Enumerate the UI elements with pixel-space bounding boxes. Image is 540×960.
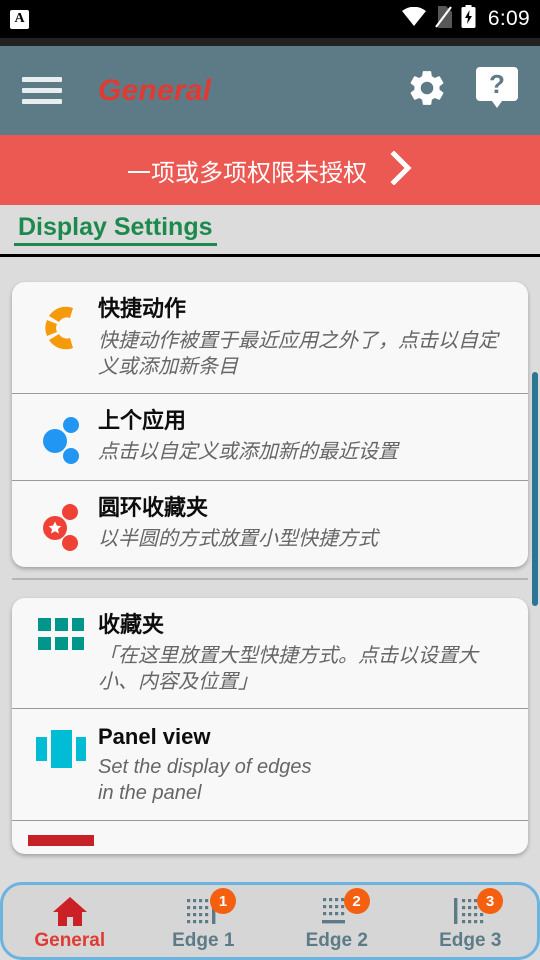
list-item[interactable]: Panel view Set the display of edges in t… xyxy=(12,708,528,820)
settings-card: 收藏夹 「在这里放置大型快捷方式。点击以设置大小、内容及位置」 Panel vi… xyxy=(12,597,528,854)
last-app-dots-icon xyxy=(24,408,98,466)
nav-label: Edge 3 xyxy=(439,930,502,951)
permission-warning-banner[interactable]: 一项或多项权限未授权 xyxy=(0,135,540,205)
help-question-icon[interactable]: ? xyxy=(476,65,518,116)
section-title[interactable]: Display Settings xyxy=(14,213,217,246)
nav-badge: 3 xyxy=(477,888,503,914)
nav-label: General xyxy=(34,930,106,951)
list-item-body: Panel view Set the display of edges in t… xyxy=(98,723,514,806)
nav-item-edge-1[interactable]: 1 Edge 1 xyxy=(137,888,271,952)
hamburger-bar xyxy=(22,88,62,93)
list-item-body: 收藏夹 「在这里放置大型快捷方式。点击以设置大小、内容及位置」 xyxy=(98,612,514,695)
status-bar: A 6:09 xyxy=(0,0,540,38)
settings-scroll-area[interactable]: 快捷动作 快捷动作被置于最近应用之外了，点击以自定义或添加新条目 上个应用 点击… xyxy=(0,271,540,884)
settings-card: 快捷动作 快捷动作被置于最近应用之外了，点击以自定义或添加新条目 上个应用 点击… xyxy=(12,282,528,567)
panel-view-icon xyxy=(24,723,98,771)
gear-icon[interactable] xyxy=(406,67,448,114)
chevron-right-icon xyxy=(389,149,413,190)
bottom-navigation-bar: General 1 Edge 1 2 Edge 2 3 Edge 3 xyxy=(0,882,540,960)
permission-warning-text: 一项或多项权限未授权 xyxy=(127,158,367,187)
nav-item-edge-2[interactable]: 2 Edge 2 xyxy=(270,888,404,952)
list-item-title: Panel view xyxy=(98,724,211,749)
wifi-icon xyxy=(401,6,426,31)
status-bar-clock: 6:09 xyxy=(487,7,530,30)
list-item[interactable]: 圆环收藏夹 以半圆的方式放置小型快捷方式 xyxy=(12,479,528,567)
list-item-body: 快捷动作 快捷动作被置于最近应用之外了，点击以自定义或添加新条目 xyxy=(98,296,514,379)
bar-red-icon xyxy=(24,834,98,849)
ring-favorites-star-icon xyxy=(24,495,98,553)
list-item-subtitle: Set the display of edges in the panel xyxy=(98,755,312,804)
list-item-subtitle: 以半圆的方式放置小型快捷方式 xyxy=(98,526,378,550)
status-bar-right: 6:09 xyxy=(401,5,530,33)
list-item-subtitle: 「在这里放置大型快捷方式。点击以设置大小、内容及位置」 xyxy=(98,643,478,693)
nav-item-edge-3[interactable]: 3 Edge 3 xyxy=(404,888,538,952)
nav-badge: 2 xyxy=(343,888,370,914)
list-item-title: 上个应用 xyxy=(98,408,187,434)
list-item-body: 上个应用 点击以自定义或添加新的最近设置 xyxy=(98,408,514,465)
hamburger-bar xyxy=(22,99,62,104)
list-item-body: 圆环收藏夹 以半圆的方式放置小型快捷方式 xyxy=(98,495,514,552)
list-item[interactable]: 上个应用 点击以自定义或添加新的最近设置 xyxy=(12,392,528,480)
vertical-scrollbar[interactable] xyxy=(532,372,538,606)
list-item[interactable]: 收藏夹 「在这里放置大型快捷方式。点击以设置大小、内容及位置」 xyxy=(12,598,528,709)
nav-badge: 1 xyxy=(210,888,236,914)
hamburger-bar xyxy=(22,77,62,82)
list-item-title: 圆环收藏夹 xyxy=(98,495,209,521)
list-item-title: 快捷动作 xyxy=(98,297,187,322)
nav-label: Edge 1 xyxy=(172,930,235,951)
page-title: General xyxy=(98,73,212,107)
quick-action-ring-icon xyxy=(24,296,98,354)
card-divider xyxy=(12,577,528,580)
list-item-subtitle: 点击以自定义或添加新的最近设置 xyxy=(98,439,398,463)
no-sim-icon xyxy=(435,5,452,33)
svg-text:?: ? xyxy=(489,69,505,99)
status-bar-left: A xyxy=(10,9,29,29)
display-settings-section-header: Display Settings xyxy=(0,205,540,257)
favorites-grid-icon xyxy=(24,612,98,652)
status-bar-shadow xyxy=(0,38,540,46)
battery-charging-icon xyxy=(461,5,476,33)
nav-label: Edge 2 xyxy=(305,930,368,951)
toolbar-actions: ? xyxy=(406,65,518,116)
notification-a-icon: A xyxy=(10,9,29,29)
list-item-subtitle: 快捷动作被置于最近应用之外了，点击以自定义或添加新条目 xyxy=(98,327,498,378)
list-item-title: 收藏夹 xyxy=(98,612,165,638)
hamburger-menu-icon[interactable] xyxy=(22,77,62,104)
list-item[interactable] xyxy=(12,819,528,854)
home-icon xyxy=(52,894,88,928)
nav-item-general[interactable]: General xyxy=(3,890,137,952)
app-toolbar: General ? xyxy=(0,46,540,135)
list-item[interactable]: 快捷动作 快捷动作被置于最近应用之外了，点击以自定义或添加新条目 xyxy=(12,282,528,393)
